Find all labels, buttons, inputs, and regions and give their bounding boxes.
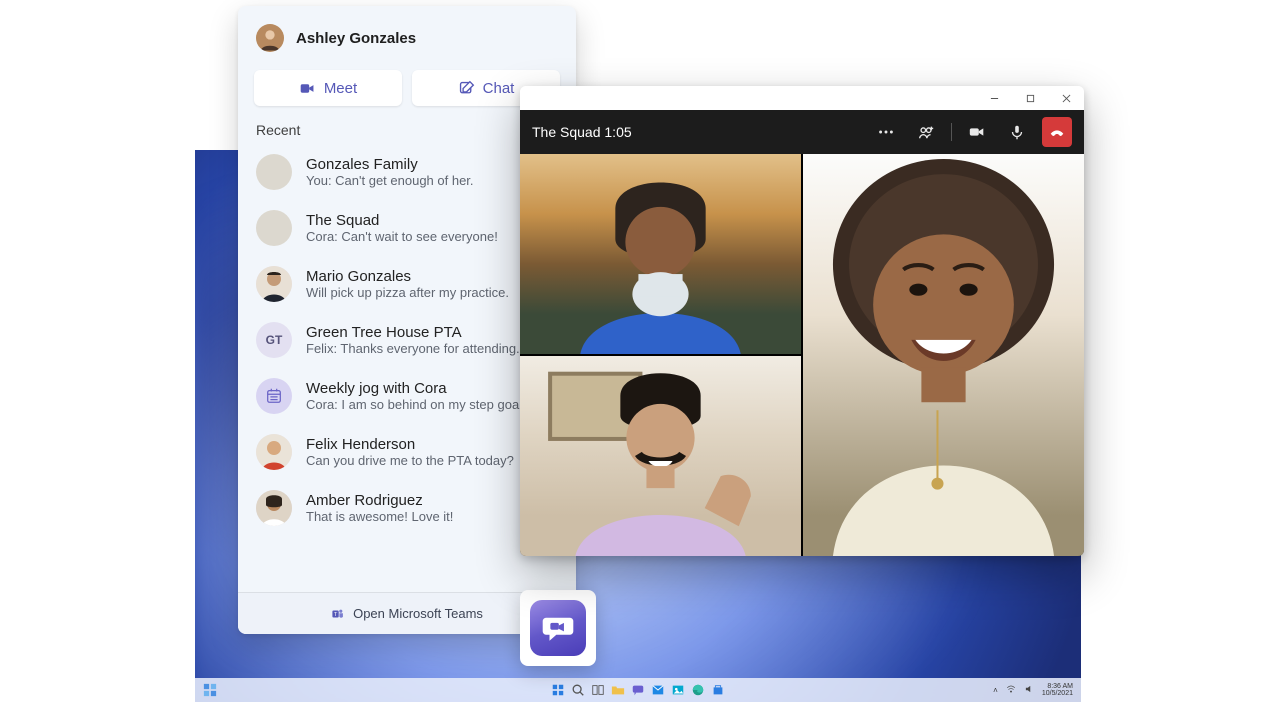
chat-button-label: Chat: [483, 80, 515, 97]
more-button[interactable]: [871, 117, 901, 147]
person-avatar-icon: [256, 434, 292, 470]
taskbar[interactable]: ˄ 8:36 AM 10/5/2021: [195, 678, 1081, 702]
group-avatar-icon: [256, 154, 292, 190]
chat-launcher-icon: [530, 600, 586, 656]
chat-preview: That is awesome! Love it!: [306, 509, 453, 524]
tray-wifi-icon[interactable]: [1006, 684, 1016, 696]
teams-icon: T: [331, 607, 345, 621]
call-window: The Squad 1:05: [520, 86, 1084, 556]
video-icon: [299, 80, 316, 97]
maximize-button[interactable]: [1012, 86, 1048, 110]
chat-launcher[interactable]: [520, 590, 596, 666]
chat-icon[interactable]: [631, 683, 645, 697]
person-avatar-icon: [256, 266, 292, 302]
hangup-button[interactable]: [1042, 117, 1072, 147]
mic-button[interactable]: [1002, 117, 1032, 147]
video-grid: [520, 154, 1084, 556]
meet-button-label: Meet: [324, 80, 357, 97]
initials-avatar-icon: GT: [256, 322, 292, 358]
chat-title: Amber Rodriguez: [306, 492, 453, 509]
mail-icon[interactable]: [651, 683, 665, 697]
task-view-icon[interactable]: [591, 683, 605, 697]
explorer-icon[interactable]: [611, 683, 625, 697]
close-button[interactable]: [1048, 86, 1084, 110]
tray-volume-icon[interactable]: [1024, 684, 1034, 696]
current-user-name: Ashley Gonzales: [296, 30, 416, 47]
chat-preview: Cora: Can't wait to see everyone!: [306, 229, 498, 244]
chat-preview: You: Can't get enough of her.: [306, 173, 474, 188]
open-teams-label: Open Microsoft Teams: [353, 606, 483, 621]
chat-title: The Squad: [306, 212, 498, 229]
meet-button[interactable]: Meet: [254, 70, 402, 106]
chat-title: Weekly jog with Cora: [306, 380, 532, 397]
compose-icon: [458, 80, 475, 97]
chat-title: Green Tree House PTA: [306, 324, 520, 341]
call-toolbar: The Squad 1:05: [520, 110, 1084, 154]
start-icon[interactable]: [551, 683, 565, 697]
video-tile[interactable]: [803, 154, 1084, 556]
group-avatar-icon: [256, 210, 292, 246]
current-user-avatar[interactable]: [256, 24, 284, 52]
window-titlebar: [520, 86, 1084, 110]
tray-chevron-icon[interactable]: ˄: [993, 686, 998, 695]
search-icon[interactable]: [571, 683, 585, 697]
minimize-button[interactable]: [976, 86, 1012, 110]
widgets-icon[interactable]: [203, 683, 217, 697]
people-button[interactable]: [911, 117, 941, 147]
video-tile[interactable]: [520, 356, 801, 556]
person-avatar-icon: [256, 490, 292, 526]
camera-button[interactable]: [962, 117, 992, 147]
chat-title: Mario Gonzales: [306, 268, 509, 285]
video-tile[interactable]: [520, 154, 801, 354]
chat-preview: Cora: I am so behind on my step goals.: [306, 397, 532, 412]
chat-title: Felix Henderson: [306, 436, 514, 453]
chat-preview: Will pick up pizza after my practice.: [306, 285, 509, 300]
calendar-avatar-icon: [256, 378, 292, 414]
edge-icon[interactable]: [691, 683, 705, 697]
store-icon[interactable]: [711, 683, 725, 697]
chat-title: Gonzales Family: [306, 156, 474, 173]
call-title: The Squad 1:05: [532, 124, 861, 140]
panel-header: Ashley Gonzales: [238, 6, 576, 62]
svg-text:T: T: [334, 612, 338, 618]
photos-icon[interactable]: [671, 683, 685, 697]
tray-clock[interactable]: 8:36 AM 10/5/2021: [1042, 683, 1073, 697]
chat-preview: Can you drive me to the PTA today?: [306, 453, 514, 468]
chat-preview: Felix: Thanks everyone for attending.: [306, 341, 520, 356]
